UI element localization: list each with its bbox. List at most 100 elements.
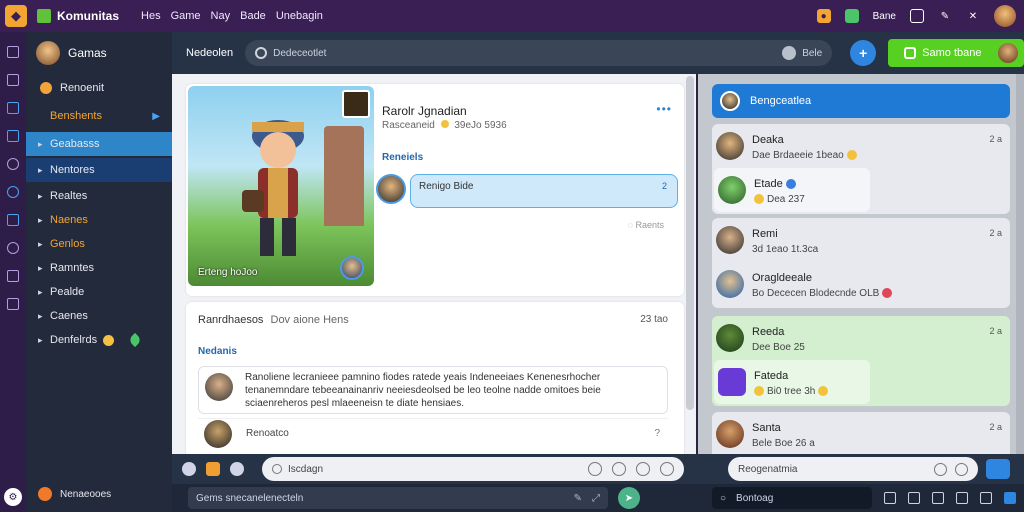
sidebar-footer-label: Nenaeooes	[60, 488, 112, 500]
sidebar-item[interactable]: ▸ Denfelrds	[26, 328, 172, 352]
sidebar-item[interactable]: ▸ Nentores	[26, 158, 172, 182]
post-section-title: Nedanis	[198, 346, 237, 357]
settings-round-icon[interactable]: ⚙	[4, 488, 22, 506]
message-placeholder: Iscdagn	[288, 463, 324, 475]
emoji-icon	[754, 386, 764, 397]
comment-avatar[interactable]	[205, 373, 233, 401]
nav-item[interactable]: Nay	[211, 10, 231, 22]
user-avatar[interactable]	[994, 5, 1016, 27]
chat-message[interactable]: Remi 3d 1eao 1t.3ca 2 a	[712, 218, 1010, 262]
apps-icon[interactable]	[7, 102, 19, 114]
chat-footer-input[interactable]: ○ Bontoag	[712, 487, 872, 509]
sidebar-item[interactable]: ▸ Realtes	[26, 184, 172, 208]
sticker-icon[interactable]	[206, 462, 220, 476]
chat-message[interactable]: Reeda Dee Boe 25 2 a	[712, 316, 1010, 360]
chat-name: Oragldeeale	[752, 272, 812, 284]
comment-avatar[interactable]	[376, 174, 406, 204]
refresh-icon[interactable]	[956, 492, 968, 504]
post-title-text: Ranrdhaesos	[198, 314, 264, 326]
chat-text: Bele Boe 26 a	[752, 438, 815, 449]
chat-scrollbar[interactable]	[1016, 74, 1024, 454]
tools-icon[interactable]: ✎	[574, 493, 582, 504]
comment-bubble[interactable]: Renigo Bide 2	[410, 174, 678, 208]
chat-message[interactable]: Etade Dea 237	[714, 168, 870, 212]
sidebar-item[interactable]: Benshents ▶	[26, 104, 172, 128]
comment-box[interactable]: Ranoliene lecranieee pamnino fiodes rate…	[198, 366, 668, 414]
shop-icon[interactable]	[7, 270, 19, 282]
top-bar: ◆ Komunitas Hes Game Nay Bade Unebagin ●…	[0, 0, 1024, 32]
post-hero-image[interactable]: Erteng hoJoo	[188, 86, 374, 286]
instagram-icon[interactable]	[7, 242, 19, 254]
chat-icon[interactable]	[7, 158, 19, 170]
chat-message[interactable]: Fateda Bi0 tree 3h	[714, 360, 870, 404]
chat-message[interactable]: Deaka Dae Brdaeeie 1beao 2 a	[712, 124, 1010, 168]
nav-item[interactable]: Game	[171, 10, 201, 22]
feed-scrollbar[interactable]	[686, 76, 694, 410]
image-icon[interactable]	[980, 492, 992, 504]
bullet-icon: ▸	[38, 286, 43, 297]
clock-icon[interactable]	[782, 46, 797, 60]
circle-icon: ○	[720, 492, 727, 504]
gif-icon[interactable]	[230, 462, 244, 476]
sidebar-item[interactable]: ▸ Ramntes	[26, 256, 172, 280]
account-label[interactable]: Bane	[873, 11, 896, 22]
app-logo[interactable]: ◆	[5, 5, 27, 27]
image-icon[interactable]	[612, 462, 626, 476]
emoji-icon[interactable]	[182, 462, 196, 476]
doc-icon[interactable]	[7, 298, 19, 310]
sidebar-item[interactable]: ▸ Naenes	[26, 208, 172, 232]
sidebar-recent[interactable]: Renoenit	[26, 76, 172, 100]
tools-icon[interactable]	[932, 492, 944, 504]
chat-text-content: Bi0 tree 3h	[767, 386, 816, 397]
sidebar-item[interactable]: ▸ Geabasss	[26, 132, 172, 156]
send-icon[interactable]	[1004, 492, 1016, 504]
chat-send-button[interactable]	[986, 459, 1010, 479]
chat-text-content: Dea 237	[767, 194, 805, 205]
window-icon[interactable]	[910, 9, 924, 23]
hero-avatar[interactable]	[340, 256, 364, 280]
notification-icon[interactable]: ●	[816, 9, 831, 23]
more-options-icon[interactable]: •••	[656, 102, 672, 116]
mention-icon[interactable]	[636, 462, 650, 476]
image-icon[interactable]	[955, 462, 968, 476]
add-button[interactable]: +	[850, 40, 877, 66]
chat-message[interactable]: Oragldeeale Bo Dececen Blodecnde OLB	[712, 262, 1010, 306]
globe-icon[interactable]	[7, 186, 19, 198]
sidebar-item[interactable]: ▸ Pealde	[26, 280, 172, 304]
chat-input[interactable]: Reogenatmia	[728, 457, 978, 481]
friends-icon[interactable]	[844, 9, 859, 23]
grid-blue-icon[interactable]	[7, 130, 19, 142]
chat-header[interactable]: Bengceatlea	[712, 84, 1010, 118]
post-subtitle-rest: 39eJo 5936	[454, 120, 507, 131]
send-button[interactable]: ➤	[618, 487, 640, 509]
secondary-input[interactable]: Gems snecanelenecteln ✎ ⤢	[188, 487, 608, 509]
message-input[interactable]: Iscdagn	[262, 457, 684, 481]
chat-message[interactable]: Santa Bele Boe 26 a 2 a	[712, 412, 1010, 454]
game-button[interactable]: Samo tbane	[888, 39, 1024, 67]
chat-text: Bi0 tree 3h	[754, 386, 829, 397]
grid-icon[interactable]	[908, 492, 920, 504]
calendar-icon[interactable]	[7, 214, 19, 226]
grid-icon[interactable]	[7, 46, 19, 58]
nav-item[interactable]: Bade	[240, 10, 266, 22]
hero-thumbnail[interactable]	[342, 90, 370, 118]
settings-icon[interactable]: ✕	[966, 9, 980, 23]
reply-row[interactable]: Renoatco ?	[198, 418, 668, 448]
smile-icon[interactable]	[660, 462, 674, 476]
list-icon[interactable]	[884, 492, 896, 504]
link-icon[interactable]	[934, 462, 947, 476]
home-icon[interactable]	[7, 74, 19, 86]
expand-icon[interactable]: ⤢	[592, 493, 600, 504]
nav-item[interactable]: Hes	[141, 10, 161, 22]
search-input[interactable]: Dedeceotlet Bele	[245, 40, 833, 66]
sidebar-header[interactable]: Gamas	[26, 32, 172, 74]
bullet-icon: ▸	[38, 310, 43, 321]
game-avatar	[998, 43, 1018, 63]
tools-icon[interactable]: ✎	[938, 9, 952, 23]
link-icon[interactable]	[588, 462, 602, 476]
sidebar-item[interactable]: ▸ Genlos	[26, 232, 172, 256]
emoji-icon	[882, 288, 893, 299]
sidebar-item[interactable]: ▸ Caenes	[26, 304, 172, 328]
nav-item[interactable]: Unebagin	[276, 10, 323, 22]
sidebar-footer[interactable]: Nenaeooes	[26, 482, 172, 506]
